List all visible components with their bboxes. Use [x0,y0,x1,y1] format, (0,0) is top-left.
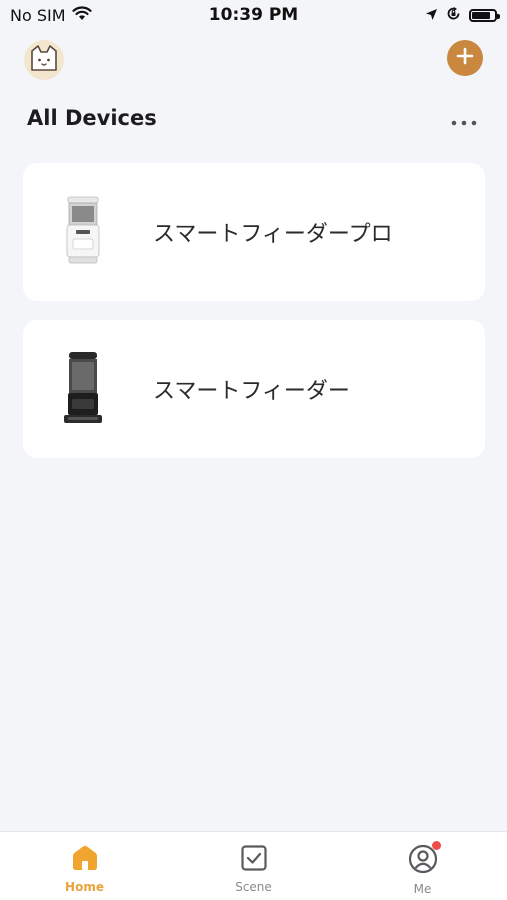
plus-icon [456,47,474,69]
avatar[interactable] [24,40,64,80]
device-name: スマートフィーダー [153,379,350,404]
tab-scene[interactable]: Scene [194,832,314,900]
battery-icon [469,9,500,22]
orientation-lock-icon [446,6,461,25]
device-card[interactable]: スマートフィーダー [23,320,485,458]
status-bar: No SIM 10:39 PM [0,0,507,32]
tab-bar: Home Scene Me [0,831,507,900]
cat-face-icon [28,44,60,76]
tab-home[interactable]: Home [25,832,145,900]
white-feeder-icon [53,192,113,272]
location-icon [425,6,438,25]
page-title: All Devices [27,106,157,130]
checkbox-icon [240,844,268,876]
tab-label: Home [65,880,104,894]
tab-label: Me [413,882,432,896]
tab-label: Scene [235,880,272,894]
home-icon [70,844,100,876]
tab-me[interactable]: Me [363,832,483,900]
more-options-button[interactable] [449,110,479,130]
add-device-button[interactable] [447,40,483,76]
notification-badge [431,841,441,850]
app-screen: No SIM 10:39 PM All Devices スマートフィーダープロ … [0,0,507,900]
device-name: スマートフィーダープロ [153,222,393,247]
black-feeder-icon [53,349,113,429]
ellipsis-icon [451,111,477,130]
device-card[interactable]: スマートフィーダープロ [23,163,485,301]
status-right [425,6,500,25]
